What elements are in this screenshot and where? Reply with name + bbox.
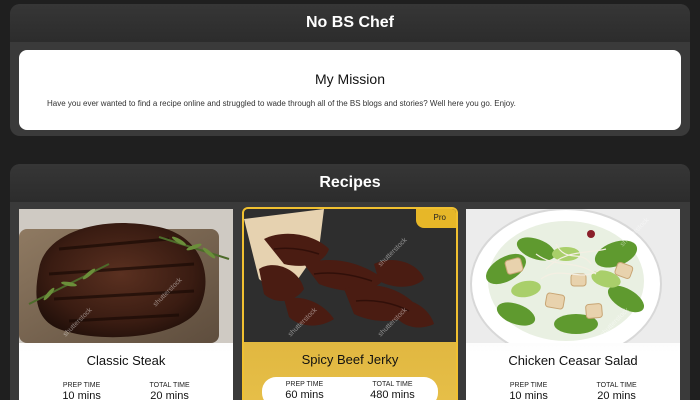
recipe-times: PREP TIME 10 mins TOTAL TIME 20 mins <box>38 378 214 400</box>
mission-card: My Mission Have you ever wanted to find … <box>19 50 681 130</box>
recipe-title[interactable]: Chicken Ceasar Salad <box>466 353 680 368</box>
prep-time-value: 10 mins <box>509 390 548 400</box>
recipe-card-spicy-beef-jerky[interactable]: shutterstock shutterstock shutterstock P… <box>242 207 458 400</box>
total-time-label: TOTAL TIME <box>372 381 413 388</box>
total-time-value: 480 mins <box>370 389 415 400</box>
prep-time-value: 10 mins <box>62 390 101 400</box>
steak-image: shutterstock shutterstock <box>19 209 233 343</box>
recipe-times: PREP TIME 60 mins TOTAL TIME 480 mins <box>262 377 438 400</box>
prep-time-label: PREP TIME <box>62 382 101 389</box>
total-time-value: 20 mins <box>150 390 189 400</box>
prep-time: PREP TIME 10 mins <box>62 382 101 400</box>
recipes-title: Recipes <box>10 164 690 202</box>
mission-title: My Mission <box>314 71 385 87</box>
site-title: No BS Chef <box>10 4 690 42</box>
prep-time: PREP TIME 10 mins <box>509 382 548 400</box>
total-time-label: TOTAL TIME <box>149 382 190 389</box>
prep-time-label: PREP TIME <box>285 381 324 388</box>
recipe-times: PREP TIME 10 mins TOTAL TIME 20 mins <box>485 378 661 400</box>
prep-time-label: PREP TIME <box>509 382 548 389</box>
total-time: TOTAL TIME 480 mins <box>370 381 415 400</box>
jerky-image: shutterstock shutterstock shutterstock P… <box>244 209 456 342</box>
salad-image: shutterstock shutterstock <box>466 209 680 343</box>
recipes-panel: Recipes shutterstock shutterstock Classi… <box>10 164 690 400</box>
pro-badge: Pro <box>415 209 456 228</box>
recipe-card-chicken-ceasar-salad[interactable]: shutterstock shutterstock Chicken Ceasar… <box>466 209 680 400</box>
brand-panel: No BS Chef My Mission Have you ever want… <box>10 4 690 136</box>
mission-text: Have you ever wanted to find a recipe on… <box>47 99 516 108</box>
recipe-title[interactable]: Classic Steak <box>19 353 233 368</box>
prep-time-value: 60 mins <box>285 389 324 400</box>
total-time-value: 20 mins <box>597 390 636 400</box>
recipe-card-classic-steak[interactable]: shutterstock shutterstock Classic Steak … <box>19 209 233 400</box>
total-time: TOTAL TIME 20 mins <box>596 382 636 400</box>
recipe-title[interactable]: Spicy Beef Jerky <box>244 352 456 367</box>
total-time: TOTAL TIME 20 mins <box>149 382 189 400</box>
prep-time: PREP TIME 60 mins <box>285 381 324 400</box>
total-time-label: TOTAL TIME <box>596 382 637 389</box>
